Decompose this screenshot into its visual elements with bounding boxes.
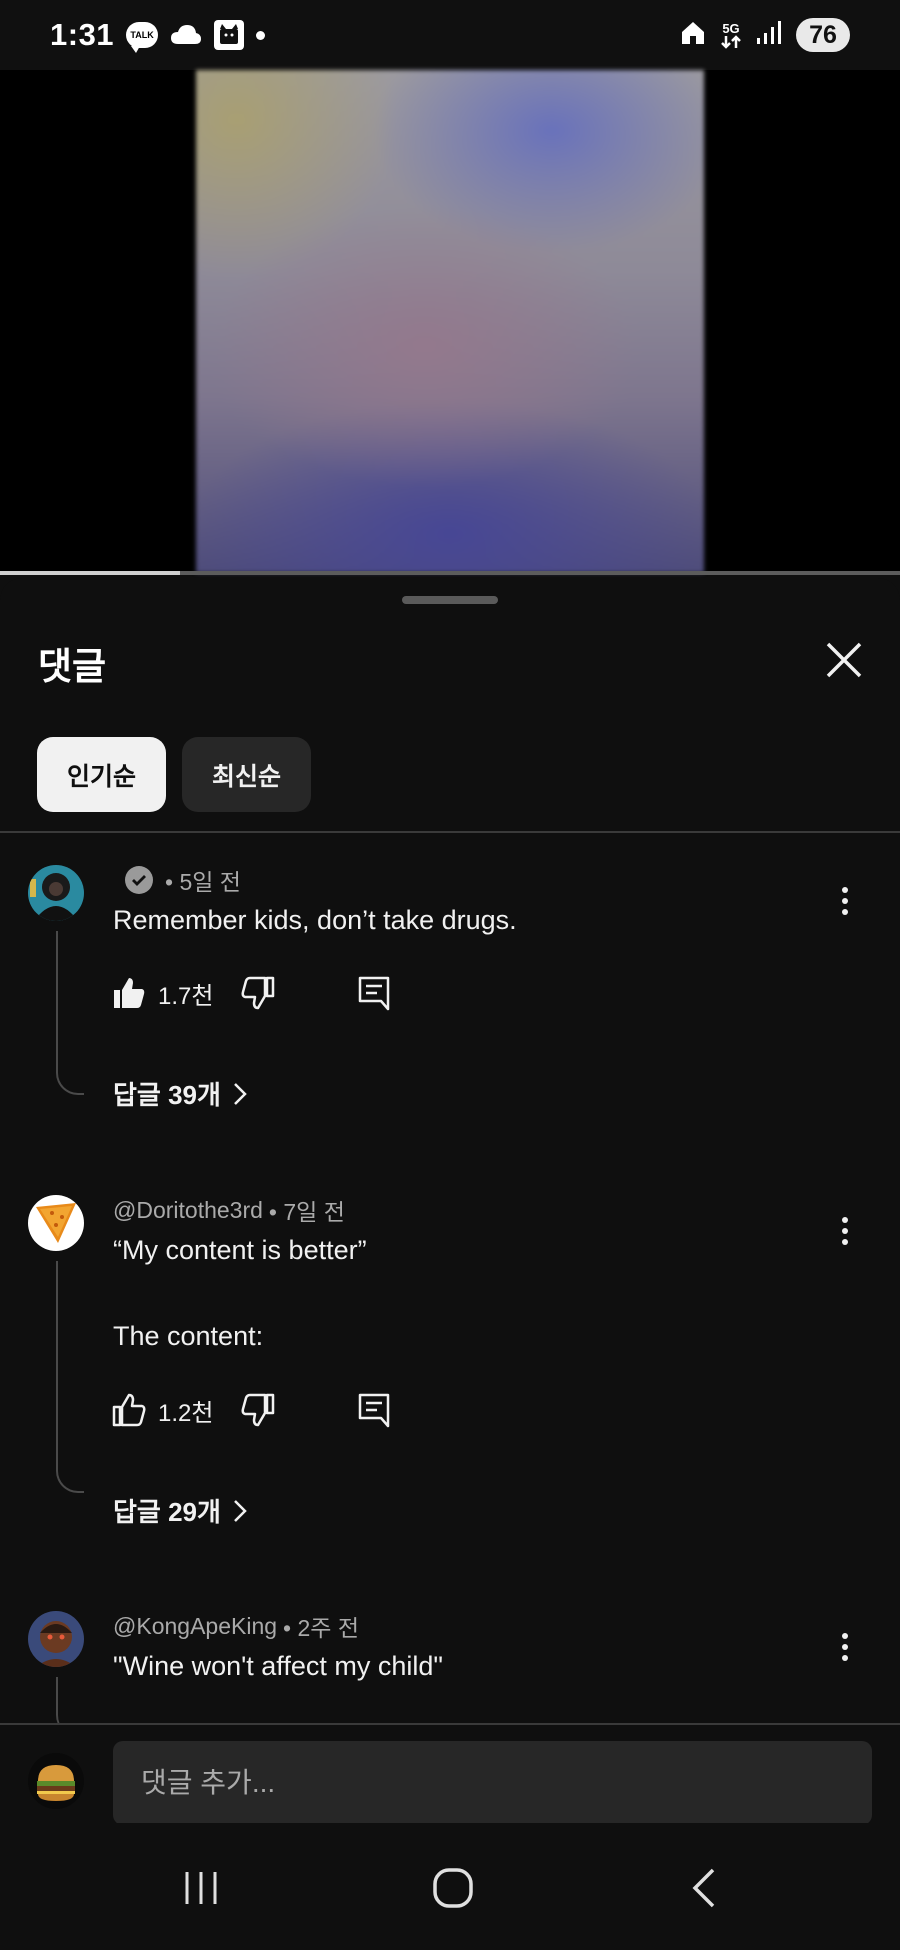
cloud-icon (170, 24, 202, 46)
chevron-right-icon (234, 1499, 247, 1522)
reply-icon (359, 976, 390, 1011)
comment-meta: @Doritothe3rd • 7일 전 (113, 1193, 345, 1227)
like-icon (112, 1393, 146, 1427)
comment-text-line: Remember kids, don’t take drugs. (113, 905, 517, 935)
like-button[interactable]: 1.2천 (112, 1393, 213, 1428)
comments-title: 댓글 (38, 646, 107, 687)
video-frame[interactable] (196, 70, 704, 573)
back-button[interactable] (670, 1853, 740, 1923)
comments-sheet: 댓글 인기순 최신순 • 5일 전 Remember kids, don’t t… (0, 578, 900, 1724)
view-replies-button[interactable]: 답글 39개 (113, 1075, 247, 1112)
video-player[interactable] (0, 70, 900, 573)
comment-text: Remember kids, don’t take drugs. (113, 899, 517, 941)
comment-text-line: "Wine won't affect my child" (113, 1651, 443, 1681)
comment-author[interactable]: @Doritothe3rd (113, 1197, 263, 1224)
like-button[interactable]: 1.7천 (112, 976, 213, 1011)
sort-chips: 인기순 최신순 (37, 737, 312, 812)
recents-icon (185, 1872, 217, 1904)
notification-icons: TALK (126, 20, 266, 53)
home-nav-icon (433, 1868, 473, 1908)
thread-line (56, 931, 84, 1095)
comment-meta: • 5일 전 (113, 863, 241, 897)
comment-actions: 1.7천 (112, 973, 391, 1013)
reply-button[interactable] (357, 1392, 391, 1428)
drag-handle[interactable] (402, 596, 498, 604)
replies-label: 답글 39개 (113, 1080, 221, 1110)
verified-icon (125, 866, 153, 894)
reply-icon (359, 1393, 390, 1428)
more-icon (842, 1633, 848, 1639)
thread-line (56, 1677, 84, 1724)
comment-input-bar (0, 1723, 900, 1825)
dislike-icon (241, 976, 275, 1010)
like-icon (114, 978, 145, 1008)
like-count: 1.7천 (158, 982, 214, 1010)
dislike-icon (241, 1393, 275, 1427)
status-bar: 1:31 TALK 5G 76 (0, 0, 900, 70)
divider (0, 831, 900, 833)
network-5g-icon: 5G (720, 22, 742, 49)
dot-icon (256, 30, 266, 40)
add-comment-input[interactable] (113, 1741, 872, 1825)
sort-chip-popular[interactable]: 인기순 (37, 737, 167, 812)
recents-button[interactable] (166, 1853, 236, 1923)
comment-text-line: “My content is better” (113, 1235, 367, 1265)
more-icon (842, 1217, 848, 1223)
comment-time: • 5일 전 (165, 869, 241, 895)
home-nav-button[interactable] (418, 1853, 488, 1923)
sort-chip-newest[interactable]: 최신순 (182, 737, 312, 812)
my-avatar (28, 1753, 84, 1809)
comment-text: "Wine won't affect my child" (113, 1645, 443, 1687)
comment-text-line: The content: (113, 1321, 264, 1351)
video-progress-bar[interactable] (0, 571, 900, 575)
more-button[interactable] (830, 881, 860, 921)
signal-icon (756, 20, 782, 51)
comment-actions: 1.2천 (112, 1390, 391, 1430)
system-status-icons: 5G 76 (680, 18, 850, 52)
system-nav-bar (0, 1823, 900, 1950)
avatar[interactable] (28, 1195, 84, 1251)
back-icon (692, 1868, 715, 1908)
comment-text-line (113, 1271, 367, 1315)
view-replies-button[interactable]: 답글 29개 (113, 1492, 247, 1529)
app-icon (214, 20, 245, 50)
like-count: 1.2천 (158, 1399, 214, 1427)
dislike-button[interactable] (241, 976, 275, 1010)
close-button[interactable] (820, 636, 868, 684)
thread-line (56, 1261, 84, 1493)
battery-indicator: 76 (796, 18, 850, 52)
comment-time: • 2주 전 (283, 1615, 359, 1641)
status-time: 1:31 (50, 17, 115, 52)
comment-meta: @KongApeKing • 2주 전 (113, 1609, 359, 1643)
more-icon (842, 887, 848, 893)
talk-icon: TALK (126, 22, 159, 53)
close-icon (826, 642, 862, 678)
avatar[interactable] (28, 1611, 84, 1667)
video-progress-fill (0, 571, 180, 575)
reply-button[interactable] (357, 975, 391, 1011)
home-icon (680, 20, 706, 51)
chevron-right-icon (234, 1082, 247, 1105)
comment-author[interactable]: @KongApeKing (113, 1613, 277, 1640)
comment-text: “My content is better” The content: (113, 1229, 367, 1357)
dislike-button[interactable] (241, 1393, 275, 1427)
replies-label: 답글 29개 (113, 1497, 221, 1527)
avatar[interactable] (28, 865, 84, 921)
more-button[interactable] (830, 1627, 860, 1667)
comment-time: • 7일 전 (268, 1199, 345, 1225)
more-button[interactable] (830, 1211, 860, 1251)
